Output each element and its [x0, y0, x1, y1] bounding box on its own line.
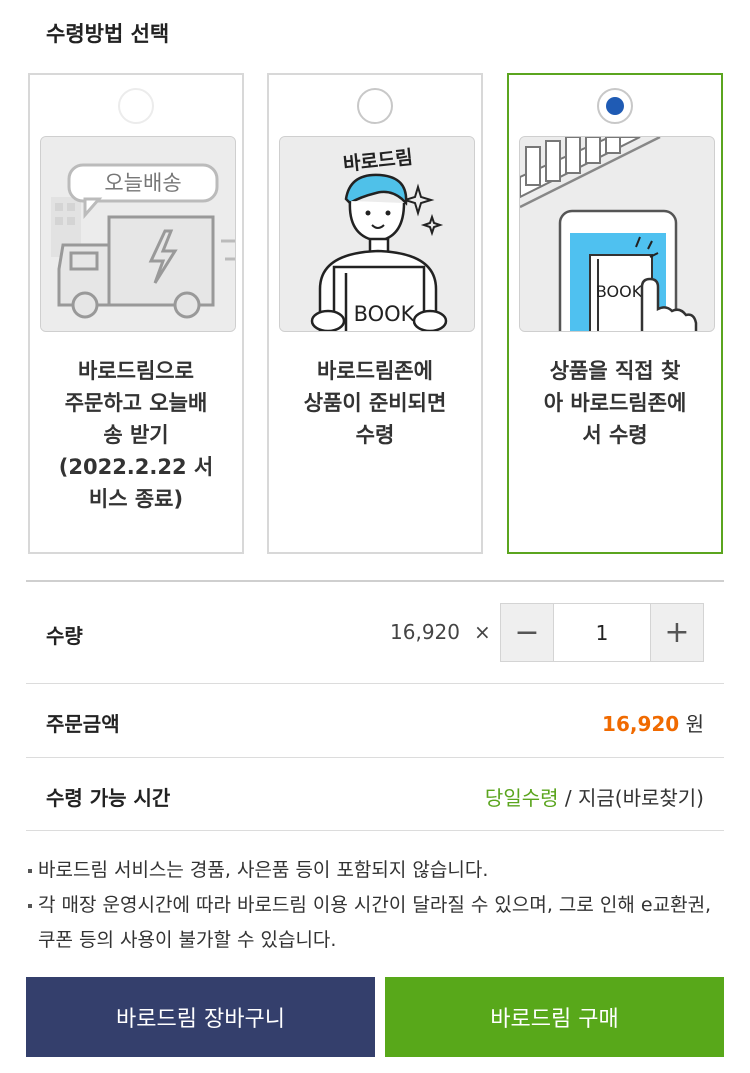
decrease-button[interactable]: − — [501, 604, 554, 661]
increase-button[interactable]: + — [650, 604, 703, 661]
option-line: 주문하고 오늘배 — [64, 391, 208, 415]
section-title: 수령방법 선택 — [46, 22, 170, 46]
times-sign: × — [474, 620, 491, 644]
option-line: 수령 — [355, 423, 395, 447]
option-line: 송 받기 — [103, 423, 169, 447]
option-line: 비스 종료) — [88, 487, 184, 511]
option-line: 상품을 직접 찾 — [549, 359, 681, 383]
option-line: 상품이 준비되면 — [303, 391, 447, 415]
radio-direct-pickup[interactable] — [597, 88, 633, 124]
illustration-book-text: BOOK — [354, 302, 416, 326]
illustration-book-text: BOOK — [596, 282, 643, 301]
option-line: 바로드림존에 — [317, 359, 433, 383]
unit-price: 16,920 — [390, 620, 460, 644]
quantity-input[interactable]: 1 — [554, 604, 650, 661]
radio-today-delivery[interactable] — [118, 88, 154, 124]
quantity-stepper[interactable]: − 1 + — [500, 603, 704, 662]
option-line: 바로드림으로 — [78, 359, 194, 383]
divider — [26, 580, 724, 582]
option-label-barodream-zone: 바로드림존에 상품이 준비되면 수령 — [277, 355, 473, 451]
order-amount-label: 주문금액 — [46, 712, 120, 736]
divider — [26, 830, 724, 831]
pickup-time-label: 수령 가능 시간 — [46, 786, 171, 810]
option-barodream-zone[interactable]: 바로드림 BOOK 바로드림존에 상품이 준비되면 수령 — [267, 73, 483, 554]
pickup-time-value: 당일수령 / 지금(바로찾기) — [485, 782, 704, 811]
option-direct-pickup[interactable]: BOOK 상품을 직접 찾 아 바로드림존에 서 수령 — [507, 73, 723, 554]
delivery-truck-icon: 오늘배송 — [40, 136, 236, 332]
order-amount: 16,920 원 — [602, 708, 704, 737]
divider — [26, 757, 724, 758]
quantity-label: 수량 — [46, 624, 83, 648]
notice-item: 각 매장 운영시간에 따라 바로드림 이용 시간이 달라질 수 있으며, 그로 … — [26, 888, 724, 958]
radio-selected-dot — [606, 97, 624, 115]
currency-label: 원 — [685, 712, 704, 736]
illustration-label-today: 오늘배송 — [104, 171, 181, 195]
option-label-direct-pickup: 상품을 직접 찾 아 바로드림존에 서 수령 — [517, 355, 713, 451]
divider — [26, 683, 724, 684]
option-line: 아 바로드림존에 — [543, 391, 687, 415]
notice-list: 바로드림 서비스는 경품, 사은품 등이 포함되지 않습니다. 각 매장 운영시… — [26, 853, 724, 958]
person-holding-book-icon: 바로드림 BOOK — [279, 136, 475, 332]
phone-tap-icon: BOOK — [519, 136, 715, 332]
order-amount-value: 16,920 — [602, 712, 680, 736]
option-label-today-delivery: 바로드림으로 주문하고 오늘배 송 받기 (2022.2.22 서 비스 종료) — [38, 355, 234, 515]
barodream-cart-button[interactable]: 바로드림 장바구니 — [26, 977, 375, 1057]
option-line: 서 수령 — [582, 423, 648, 447]
notice-item: 바로드림 서비스는 경품, 사은품 등이 포함되지 않습니다. — [26, 853, 724, 888]
barodream-buy-button[interactable]: 바로드림 구매 — [385, 977, 724, 1057]
pickup-now: / 지금(바로찾기) — [558, 786, 704, 810]
option-today-delivery[interactable]: 오늘배송 바로드림으로 주문하고 오늘배 송 받기 (2022.2.22 서 비… — [28, 73, 244, 554]
radio-barodream-zone[interactable] — [357, 88, 393, 124]
option-line: (2022.2.22 서 — [58, 455, 214, 479]
same-day-pickup: 당일수령 — [484, 786, 559, 810]
